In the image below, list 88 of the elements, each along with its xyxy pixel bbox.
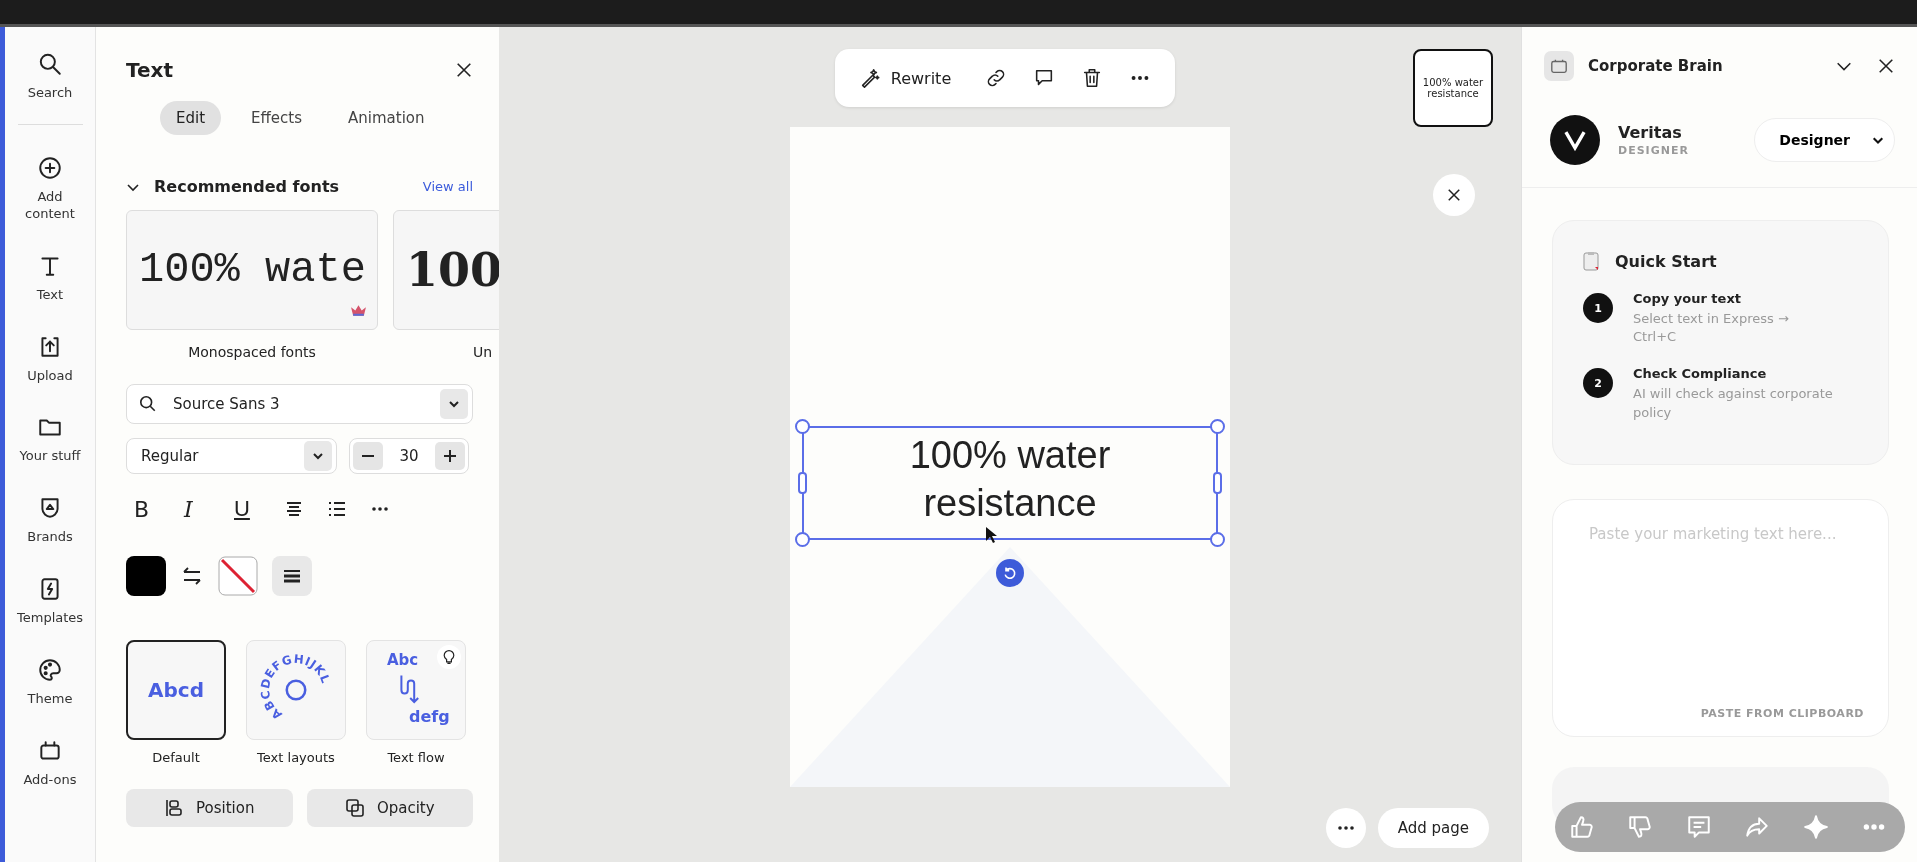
bullet-list-icon[interactable] <box>327 499 347 519</box>
view-all-link[interactable]: View all <box>422 179 473 194</box>
thumbs-down-icon[interactable] <box>1627 814 1654 840</box>
nav-item[interactable]: Add content <box>8 154 92 223</box>
thumbs-up-icon[interactable] <box>1569 814 1595 840</box>
no-color-swatch[interactable] <box>218 556 258 596</box>
add-page-button[interactable]: Add page <box>1377 808 1489 848</box>
nav-item[interactable]: Add-ons <box>8 738 92 789</box>
crown-icon <box>350 304 367 317</box>
resize-handle[interactable] <box>1210 532 1225 547</box>
close-button[interactable] <box>1433 174 1475 216</box>
style-card[interactable]: Abc defg <box>366 640 466 740</box>
canvas-text: 100% water resistance <box>908 433 1112 526</box>
overlapping-squares-icon <box>344 798 365 818</box>
underline-button[interactable]: U <box>226 496 276 522</box>
cursor-icon <box>985 526 999 544</box>
nav-item[interactable]: Search <box>8 51 92 102</box>
plus-icon <box>442 448 458 464</box>
addon-icon <box>1544 51 1574 81</box>
increase-button[interactable] <box>435 442 465 470</box>
clipboard-icon <box>1583 251 1599 271</box>
resize-handle[interactable] <box>795 419 810 434</box>
user-name: Veritas <box>1618 123 1683 142</box>
tab[interactable]: Effects <box>235 101 319 135</box>
step-description: Select text in Express → Ctrl+C <box>1633 310 1790 347</box>
card-title: Quick Start <box>1615 251 1717 271</box>
rewrite-button[interactable]: Rewrite <box>858 63 952 93</box>
lightbulb-icon <box>437 645 461 669</box>
nav-item[interactable]: Text <box>8 252 92 304</box>
nav-item[interactable]: Templates <box>8 576 92 628</box>
font-label: Monospaced fonts <box>188 344 316 360</box>
style-label: Default <box>152 750 200 765</box>
panel-title: Corporate Brain <box>1588 57 1724 75</box>
font-field[interactable]: Source Sans 3 <box>126 384 473 424</box>
style-label: Text layouts <box>257 750 335 765</box>
align-left-icon <box>164 798 185 818</box>
style-sample: Abc <box>387 651 419 669</box>
font-label: Un <box>473 344 493 360</box>
close-icon[interactable] <box>1877 57 1895 75</box>
bold-button[interactable]: B <box>126 496 176 522</box>
position-button[interactable]: Position <box>126 789 293 827</box>
step-title: Check Compliance <box>1633 366 1768 382</box>
align-center-icon[interactable] <box>284 499 304 519</box>
resize-handle[interactable] <box>1210 419 1225 434</box>
more-button[interactable] <box>1325 808 1366 848</box>
user-role: DESIGNER <box>1618 144 1690 157</box>
step-description: AI will check against corporate policy <box>1633 385 1833 422</box>
font-sample: 100% wate <box>139 246 366 294</box>
panel-title: Text <box>126 58 173 82</box>
nav-item[interactable]: Theme <box>8 657 92 708</box>
stroke-weight-button[interactable] <box>272 556 312 596</box>
search-icon <box>139 395 157 413</box>
dropdown-button[interactable] <box>304 441 332 471</box>
weight-dropdown[interactable]: Regular <box>126 438 337 474</box>
nav-item[interactable]: Your stuff <box>8 414 92 466</box>
style-card[interactable]: Abcd <box>126 640 226 740</box>
minus-icon <box>362 455 374 457</box>
nav-item[interactable]: Brands <box>8 495 92 547</box>
resize-handle[interactable] <box>795 532 810 547</box>
page-thumbnail[interactable]: 100% water resistance <box>1413 49 1493 127</box>
style-sample: Abcd <box>148 678 204 702</box>
style-label: Text flow <box>387 750 445 765</box>
tab[interactable]: Animation <box>332 101 441 135</box>
nav-item[interactable]: Upload <box>8 333 92 385</box>
resize-handle[interactable] <box>1213 472 1222 494</box>
tab[interactable]: Edit <box>160 101 222 135</box>
style-sample: defg <box>409 707 450 726</box>
avatar <box>1550 115 1600 165</box>
palette-icon <box>37 657 63 684</box>
step-number: 2 <box>1583 368 1613 399</box>
more-icon <box>1337 826 1354 830</box>
dropdown-button[interactable] <box>440 389 468 419</box>
role-dropdown[interactable]: Designer <box>1754 118 1895 162</box>
section-title: Recommended fonts <box>154 177 341 196</box>
opacity-button[interactable]: Opacity <box>306 789 473 827</box>
search-icon <box>37 51 63 77</box>
rotate-icon <box>1002 565 1018 581</box>
resize-handle[interactable] <box>798 472 807 494</box>
step-title: Copy your text <box>1633 291 1742 306</box>
font-card[interactable]: 100% wate <box>126 210 378 330</box>
color-swatch[interactable] <box>126 556 166 596</box>
italic-button[interactable]: I <box>176 496 226 522</box>
decrease-button[interactable] <box>353 442 383 470</box>
plus-circle-icon <box>37 154 63 181</box>
close-icon[interactable] <box>455 61 473 79</box>
step-number: 1 <box>1583 293 1613 323</box>
size-stepper[interactable]: 30 <box>349 438 469 474</box>
close-icon <box>1447 188 1461 202</box>
